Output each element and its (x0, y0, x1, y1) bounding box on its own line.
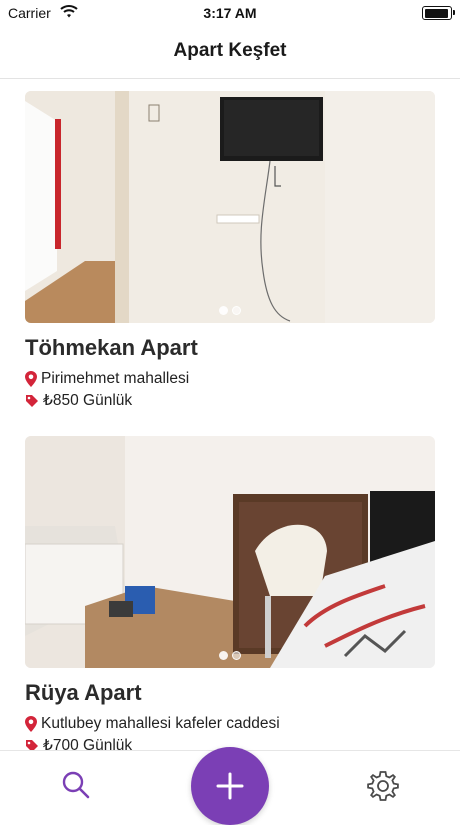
location-row: Pirimehmet mahallesi (25, 368, 435, 390)
apartment-list[interactable]: Töhmekan Apart Pirimehmet mahallesi ₺850… (0, 79, 460, 751)
gear-icon (367, 771, 399, 801)
plus-icon (216, 772, 244, 800)
apartment-card[interactable]: Rüya Apart Kutlubey mahallesi kafeler ca… (25, 436, 435, 751)
location-pin-icon (25, 371, 37, 387)
clock: 3:17 AM (203, 5, 257, 21)
apartment-name[interactable]: Töhmekan Apart (25, 335, 435, 361)
status-bar: Carrier 3:17 AM (0, 0, 460, 26)
location-row: Kutlubey mahallesi kafeler caddesi (25, 713, 435, 735)
price-tag-icon (26, 395, 38, 407)
apartment-location: Pirimehmet mahallesi (41, 370, 190, 387)
carousel-dots[interactable] (25, 651, 435, 660)
apartment-price: ₺700 Günlük (43, 737, 133, 751)
add-apartment-button[interactable] (191, 747, 269, 825)
carousel-dot[interactable] (232, 306, 241, 315)
search-tab[interactable] (60, 769, 92, 801)
apartment-location: Kutlubey mahallesi kafeler caddesi (41, 715, 280, 732)
room-photo (25, 91, 435, 323)
apartment-name[interactable]: Rüya Apart (25, 680, 435, 706)
carousel-dot[interactable] (232, 651, 241, 660)
room-photo (25, 436, 435, 668)
apartment-photo-carousel[interactable] (25, 91, 435, 323)
search-icon (62, 771, 90, 799)
carousel-dots[interactable] (25, 306, 435, 315)
carousel-dot-active[interactable] (219, 651, 228, 660)
price-row: ₺850 Günlük (25, 390, 435, 412)
page-title: Apart Keşfet (173, 40, 287, 61)
apartment-card[interactable]: Töhmekan Apart Pirimehmet mahallesi ₺850… (25, 91, 435, 412)
apartment-price: ₺850 Günlük (43, 392, 133, 409)
carousel-dot-active[interactable] (219, 306, 228, 315)
navigation-bar: Apart Keşfet (0, 26, 460, 79)
apartment-photo-carousel[interactable] (25, 436, 435, 668)
battery-icon (422, 6, 455, 20)
tab-bar (0, 747, 460, 825)
location-pin-icon (25, 716, 37, 732)
settings-tab[interactable] (366, 769, 400, 803)
